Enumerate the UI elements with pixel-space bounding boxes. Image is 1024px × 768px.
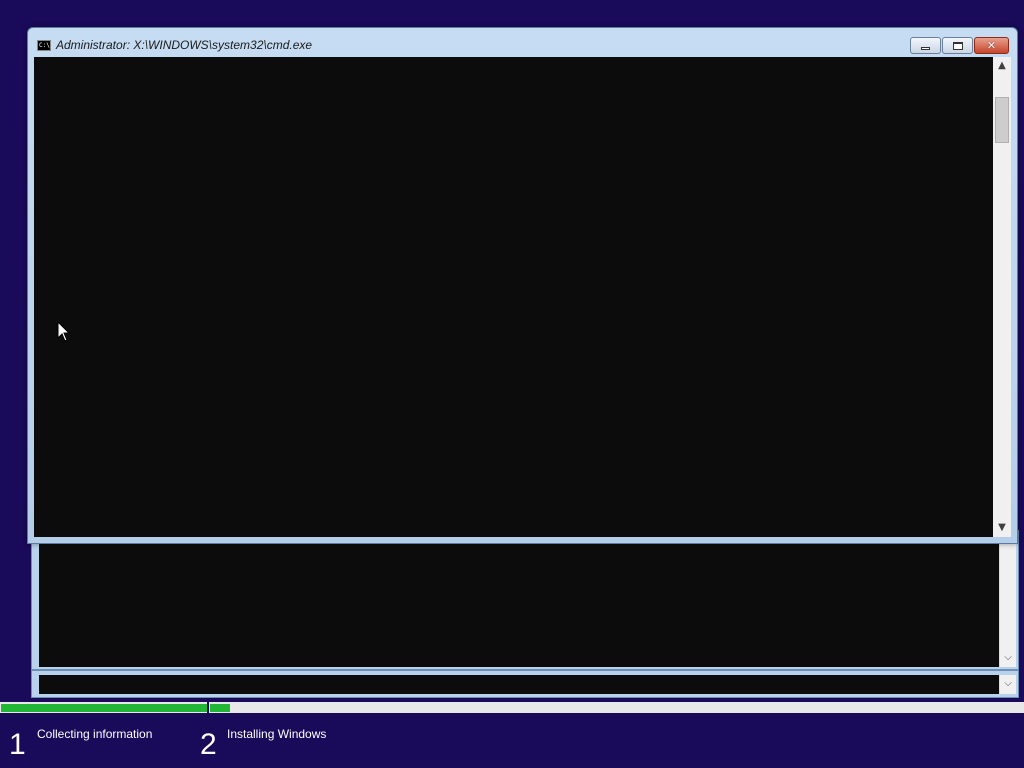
chevron-up-icon[interactable]: ▲ (993, 58, 1011, 74)
chevron-down-icon[interactable]: ⌵ (1000, 677, 1016, 691)
progress-separator (207, 702, 209, 713)
chevron-down-icon[interactable]: ▼ (993, 520, 1011, 536)
step-1-label: Collecting information (37, 727, 153, 741)
progress-fill-step-2 (210, 704, 230, 712)
minimize-icon (921, 46, 930, 50)
step-1-number: 1 (9, 728, 26, 761)
close-icon: ✕ (986, 38, 997, 52)
cmd-app-icon[interactable]: C:\ (37, 40, 51, 51)
progress-fill-step-1 (1, 704, 207, 712)
background-dropdown-window: ⌵ (31, 670, 1019, 698)
vertical-scrollbar[interactable]: ▲ ▼ (993, 57, 1011, 537)
background-setup-window: ⌵ (31, 530, 1019, 670)
step-2-label: Installing Windows (227, 727, 327, 741)
title-bar[interactable]: C:\ Administrator: X:\WINDOWS\system32\c… (28, 28, 1017, 58)
minimize-button[interactable] (910, 37, 941, 54)
step-2-number: 2 (200, 728, 217, 761)
maximize-button[interactable] (942, 37, 973, 54)
maximize-icon (952, 41, 963, 50)
setup-progress-bar (0, 702, 1024, 713)
background-scrollbar[interactable]: ⌵ (999, 543, 1016, 667)
background-dropdown-arrow[interactable]: ⌵ (999, 675, 1016, 694)
background-dropdown-field[interactable] (39, 675, 999, 694)
console-output-area[interactable] (34, 57, 993, 537)
background-console-area (39, 543, 999, 667)
cmd-window[interactable]: C:\ Administrator: X:\WINDOWS\system32\c… (27, 27, 1018, 544)
chevron-down-icon[interactable]: ⌵ (1000, 651, 1016, 665)
window-title: Administrator: X:\WINDOWS\system32\cmd.e… (56, 38, 313, 52)
close-button[interactable]: ✕ (974, 37, 1009, 54)
mouse-pointer-icon (57, 321, 71, 342)
scrollbar-thumb[interactable] (995, 97, 1009, 143)
